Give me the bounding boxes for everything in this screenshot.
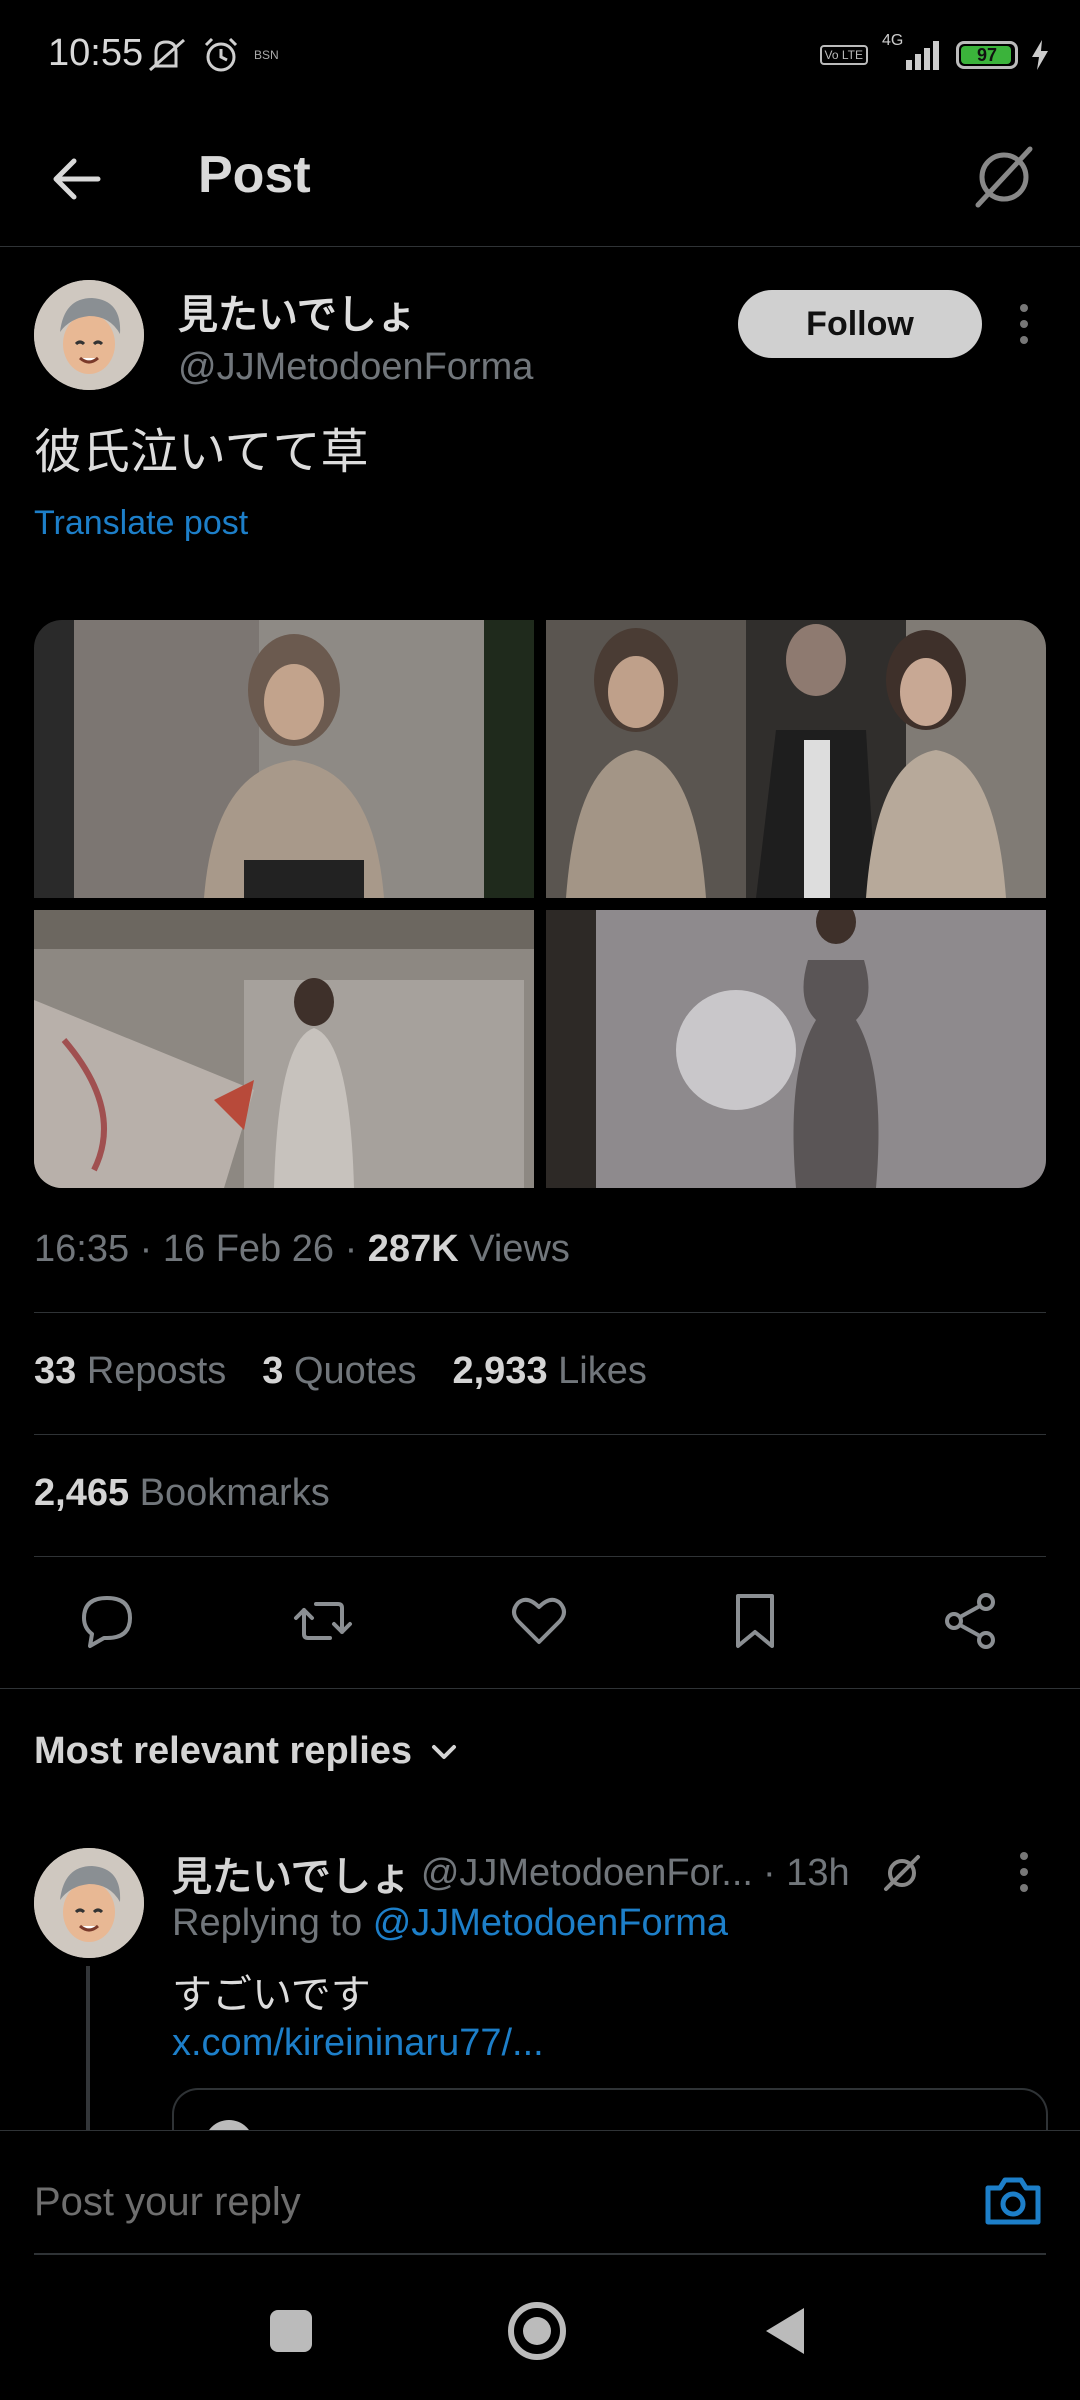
likes-stat[interactable]: 2,933 Likes (452, 1350, 646, 1393)
translate-post-link[interactable]: Translate post (34, 504, 248, 543)
status-time: 10:55 (48, 32, 144, 74)
back-nav-icon[interactable] (752, 2296, 822, 2366)
reposts-stat[interactable]: 33 Reposts (34, 1350, 226, 1393)
camera-icon[interactable] (982, 2170, 1044, 2232)
reply-display-name[interactable]: 見たいでしょ (172, 1844, 411, 1902)
post-time: 16:35 (34, 1228, 130, 1270)
post-text: 彼氏泣いてて草 (34, 426, 369, 479)
reply-input[interactable]: Post your reply (34, 2180, 301, 2225)
follow-button[interactable]: Follow (738, 290, 982, 358)
divider (34, 1434, 1046, 1435)
reply-handle[interactable]: @JJMetodoenFor... (421, 1852, 753, 1895)
like-icon[interactable] (506, 1588, 572, 1654)
repost-icon[interactable] (290, 1588, 356, 1654)
divider (34, 1556, 1046, 1557)
reply-icon[interactable] (74, 1588, 140, 1654)
quotes-stat[interactable]: 3 Quotes (262, 1350, 416, 1393)
post-author: 見たいでしょ @JJMetodoenForma (178, 282, 533, 389)
signal-icon: 4G (880, 32, 944, 72)
replies-sort-label: Most relevant replies (34, 1730, 413, 1772)
likes-label: Likes (558, 1350, 647, 1392)
battery-icon: 97 (956, 41, 1018, 69)
reply-author-avatar[interactable] (34, 1848, 144, 1958)
bookmark-icon[interactable] (722, 1588, 788, 1654)
post-image-4[interactable] (546, 910, 1046, 1188)
thread-line (86, 1966, 90, 2130)
avatar-illustration-icon (34, 1848, 144, 1958)
share-icon[interactable] (938, 1588, 1004, 1654)
likes-count: 2,933 (452, 1350, 548, 1392)
volte-icon: Vo LTE (819, 45, 868, 65)
post-actions (0, 1588, 1080, 1658)
bookmarks-count: 2,465 (34, 1472, 130, 1514)
reply-text: すごいです (172, 1973, 371, 2017)
reply-more-options-icon[interactable] (1004, 1842, 1044, 1902)
reposts-count: 33 (34, 1350, 77, 1392)
post-image-1[interactable] (34, 620, 534, 898)
author-avatar[interactable] (34, 280, 144, 390)
quotes-count: 3 (262, 1350, 284, 1392)
home-icon[interactable] (502, 2296, 572, 2366)
page-title: Post (198, 146, 311, 204)
avatar-illustration-icon (34, 280, 144, 390)
reply-input-underline (34, 2253, 1046, 2255)
more-options-icon[interactable] (1004, 294, 1044, 354)
replies-sort-dropdown[interactable]: Most relevant replies (34, 1730, 460, 1773)
post-timestamp-views: 16:35 · 16 Feb 26 · 287K Views (34, 1228, 570, 1270)
author-display-name[interactable]: 見たいでしょ (178, 282, 533, 340)
post-media-grid (34, 620, 1046, 1188)
battery-level: 97 (976, 44, 998, 65)
engagement-stats: 33 Reposts 3 Quotes 2,933 Likes (34, 1350, 647, 1393)
divider (34, 1312, 1046, 1313)
post-image-2[interactable] (546, 620, 1046, 898)
grok-icon[interactable] (962, 135, 1046, 219)
post-image-3[interactable] (34, 910, 534, 1188)
post-date: 16 Feb 26 (162, 1228, 335, 1270)
replying-to: Replying to @JJMetodoenForma (172, 1902, 728, 1945)
charging-icon (1032, 40, 1048, 70)
reply-header: 見たいでしょ @JJMetodoenFor... · 13h (172, 1844, 926, 1902)
alarm-icon (204, 37, 238, 72)
top-app-bar: Post (0, 115, 1080, 247)
grok-icon[interactable] (878, 1849, 926, 1897)
status-icons-left: BSN (146, 36, 279, 74)
bookmarks-label: Bookmarks (139, 1472, 330, 1514)
reply-link[interactable]: x.com/kireininaru77/... (172, 2022, 544, 2065)
status-icons-right: Vo LTE 4G 97 (819, 32, 1050, 72)
bookmarks-stat[interactable]: 2,465 Bookmarks (34, 1472, 330, 1515)
carrier-mini-label: BSN (254, 48, 279, 62)
status-bar: 10:55 BSN Vo LTE 4G 97 (0, 0, 1080, 115)
replying-to-prefix: Replying to (172, 1902, 363, 1944)
author-handle[interactable]: @JJMetodoenForma (178, 346, 533, 389)
views-count: 287K (367, 1228, 459, 1270)
mute-vibrate-icon (149, 38, 185, 72)
system-nav-bar (0, 2280, 1080, 2400)
reposts-label: Reposts (86, 1350, 227, 1392)
back-arrow-icon[interactable] (46, 147, 110, 211)
replying-to-mention[interactable]: @JJMetodoenForma (373, 1902, 728, 1944)
quotes-label: Quotes (293, 1350, 417, 1392)
recents-icon[interactable] (256, 2296, 326, 2366)
views-label: Views (469, 1228, 570, 1270)
divider (0, 1688, 1080, 1689)
chevron-down-icon (432, 1744, 457, 1759)
reply-age: · 13h (762, 1851, 850, 1894)
